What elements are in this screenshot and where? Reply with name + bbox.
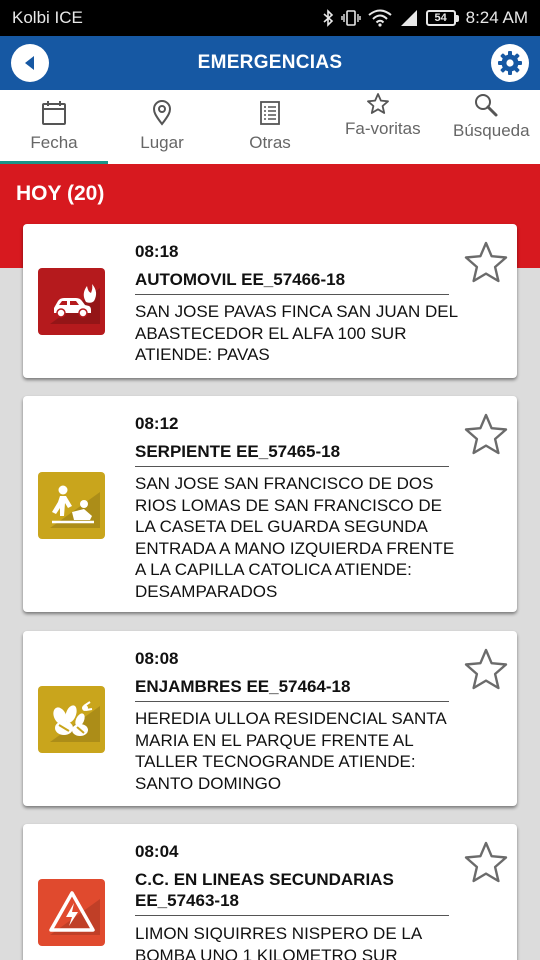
search-icon: [475, 94, 498, 117]
incident-card[interactable]: 08:12 SERPIENTE EE_57465-18 SAN JOSE SAN…: [23, 396, 517, 612]
favorite-star-icon[interactable]: [463, 840, 509, 886]
status-bar: Kolbi ICE 54 8:24 AM: [0, 0, 540, 36]
favorite-star-icon[interactable]: [463, 412, 509, 458]
battery-level: 54: [425, 10, 456, 26]
back-button[interactable]: [11, 44, 49, 82]
incident-card[interactable]: 08:08 ENJAMBRES EE_57464-18 HEREDIA ULLO…: [23, 631, 517, 806]
incident-description: SAN JOSE PAVAS FINCA SAN JUAN DEL ABASTE…: [135, 302, 458, 364]
electric-hazard-icon: [38, 879, 105, 946]
location-pin-icon: [152, 100, 172, 126]
vibrate-icon: [340, 9, 361, 27]
incident-time: 08:18: [135, 242, 179, 261]
tab-label: Fa-voritas: [345, 119, 421, 138]
tab-fecha[interactable]: Fecha: [0, 90, 108, 164]
tab-label: Lugar: [140, 133, 184, 152]
battery-icon: 54: [425, 10, 459, 26]
clock: 8:24 AM: [465, 8, 528, 27]
carrier-name: Kolbi ICE: [12, 8, 83, 27]
section-title: HOY (20): [16, 182, 105, 205]
list-document-icon: [260, 101, 280, 125]
favorite-star-icon[interactable]: [463, 647, 509, 693]
tab-label: Fecha: [30, 133, 78, 152]
page-title: EMERGENCIAS: [197, 52, 343, 73]
favorite-star-icon[interactable]: [463, 240, 509, 286]
signal-icon: [399, 9, 419, 27]
wifi-icon: [367, 9, 392, 27]
incident-description: LIMON SIQUIRRES NISPERO DE LA BOMBA UNO …: [135, 924, 422, 960]
tab-lugar[interactable]: Lugar: [108, 90, 216, 164]
incident-card[interactable]: 08:04 C.C. EN LINEAS SECUNDARIAS EE_5746…: [23, 824, 517, 960]
tab-label: Otras: [249, 133, 291, 152]
incident-title: SERPIENTE EE_57465-18: [135, 441, 449, 467]
tab-busqueda[interactable]: Búsqueda: [432, 90, 540, 164]
rescue-person-icon: [38, 472, 105, 539]
app-bar: EMERGENCIAS: [0, 36, 540, 90]
incident-card[interactable]: 08:18 AUTOMOVIL EE_57466-18 SAN JOSE PAV…: [23, 224, 517, 378]
bluetooth-icon: [322, 9, 334, 27]
calendar-icon: [42, 101, 66, 125]
car-fire-icon: [38, 268, 105, 335]
tab-bar: Fecha Lugar Otras Fa-voritas Búsqueda: [0, 90, 540, 164]
incident-title: C.C. EN LINEAS SECUNDARIAS EE_57463-18: [135, 869, 449, 916]
tab-otras[interactable]: Otras: [216, 90, 324, 164]
incident-description: HEREDIA ULLOA RESIDENCIAL SANTA MARIA EN…: [135, 709, 446, 793]
incident-time: 08:12: [135, 414, 179, 433]
bees-icon: [38, 686, 105, 753]
tab-favoritas[interactable]: Fa-voritas: [324, 90, 432, 164]
back-arrow-icon: [25, 56, 34, 70]
incident-time: 08:04: [135, 842, 179, 861]
incident-title: AUTOMOVIL EE_57466-18: [135, 269, 449, 295]
incident-time: 08:08: [135, 649, 179, 668]
incident-title: ENJAMBRES EE_57464-18: [135, 676, 449, 702]
status-icons: 54 8:24 AM: [322, 8, 528, 28]
gear-icon: [498, 51, 522, 75]
tab-label: Búsqueda: [453, 121, 530, 140]
incident-description: SAN JOSE SAN FRANCISCO DE DOS RIOS LOMAS…: [135, 474, 455, 601]
settings-button[interactable]: [491, 44, 529, 82]
star-outline-icon: [367, 93, 389, 114]
